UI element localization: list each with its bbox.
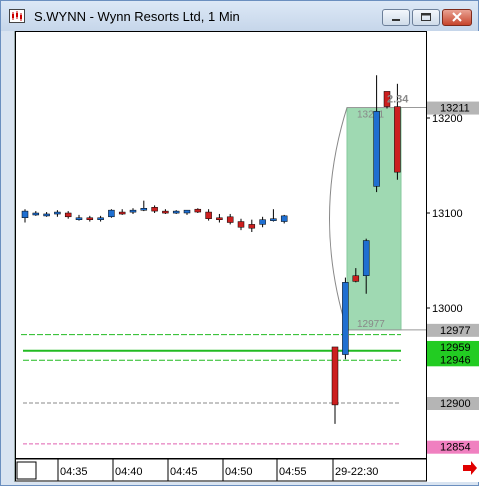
price-tag-label: 12977 xyxy=(440,325,471,337)
candle-body xyxy=(352,275,360,282)
candle-body xyxy=(205,211,212,219)
candle-body xyxy=(270,218,277,221)
x-tick-label: 04:45 xyxy=(170,466,198,478)
minimize-button[interactable] xyxy=(382,9,410,26)
candle-body xyxy=(237,221,245,228)
x-tick-label: 04:35 xyxy=(60,466,88,478)
y-tick-label: 13200 xyxy=(432,113,463,125)
candle-body xyxy=(394,106,401,173)
candle-body xyxy=(21,210,29,219)
candle-body xyxy=(194,208,202,213)
candle-body xyxy=(342,282,349,355)
x-tick-label: 04:40 xyxy=(115,466,143,478)
chart-window: S.WYNN - Wynn Resorts Ltd, 1 Min 13211 12… xyxy=(0,0,479,486)
maximize-button[interactable] xyxy=(412,9,440,26)
candle-body xyxy=(54,211,61,215)
candle-body xyxy=(32,212,40,216)
candle-body xyxy=(129,209,137,213)
candle-body xyxy=(172,210,180,214)
x-tick-label: 29-22:30 xyxy=(335,466,378,478)
candle-body xyxy=(162,210,169,214)
price-tag-label: 13211 xyxy=(440,103,470,115)
x-tick-label: 04:55 xyxy=(279,466,307,478)
candle-body xyxy=(280,215,288,222)
chart-app-icon xyxy=(9,9,25,23)
candle-body xyxy=(373,111,380,187)
price-tag-label: 12959 xyxy=(440,342,471,354)
change-label: 2.34 xyxy=(387,94,409,106)
candle-body xyxy=(226,216,234,223)
candle-body xyxy=(108,209,115,218)
candle-body xyxy=(216,217,223,220)
chart-area[interactable]: 13211 12977 2.34 13200 13100 13000 13211 12977 1… xyxy=(14,31,479,482)
window-title: S.WYNN - Wynn Resorts Ltd, 1 Min xyxy=(34,9,240,24)
price-tag-label: 12946 xyxy=(440,354,471,366)
close-icon xyxy=(452,12,462,22)
price-tag-label: 12900 xyxy=(440,398,471,410)
candle-body xyxy=(248,224,256,229)
candle-body xyxy=(64,212,72,218)
candle-body xyxy=(140,208,148,211)
title-bar[interactable]: S.WYNN - Wynn Resorts Ltd, 1 Min xyxy=(1,1,478,31)
candlestick-chart[interactable]: 13211 12977 2.34 13200 13100 13000 13211 12977 1… xyxy=(15,31,479,482)
candle-body xyxy=(43,213,50,217)
candle-body xyxy=(362,240,370,276)
scroll-right-arrow-icon[interactable] xyxy=(463,461,477,475)
candle-body xyxy=(75,217,83,220)
close-button[interactable] xyxy=(442,9,472,26)
y-tick-label: 13000 xyxy=(432,303,463,315)
candle-body xyxy=(151,207,158,212)
x-axis-corner-box[interactable] xyxy=(16,461,37,480)
candle-body xyxy=(183,209,191,214)
x-tick-label: 04:50 xyxy=(225,466,253,478)
y-tick-label: 13100 xyxy=(432,208,463,220)
candle-body xyxy=(331,346,339,406)
price-tag-label: 12854 xyxy=(440,442,471,454)
candle-body xyxy=(259,219,266,225)
measure-top-label: 13211 xyxy=(357,110,385,121)
candle-body xyxy=(86,217,94,220)
candle-body xyxy=(97,217,104,220)
measure-bottom-label: 12977 xyxy=(357,319,385,330)
candle-body xyxy=(118,211,126,215)
minimize-icon xyxy=(392,19,400,21)
